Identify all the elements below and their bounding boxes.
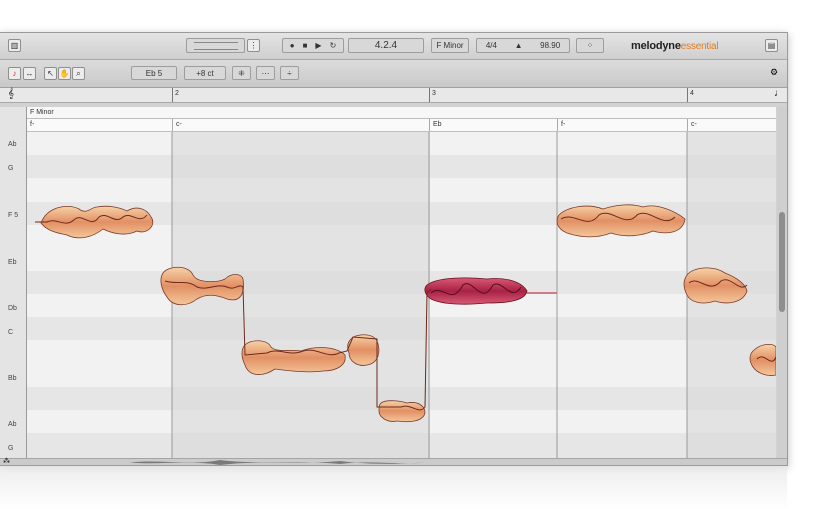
- scrollbar-thumb[interactable]: [779, 212, 785, 312]
- pitch-label-eb: Eb: [8, 259, 17, 266]
- play-icon[interactable]: ▶: [315, 41, 321, 50]
- bar-2-label: 2: [175, 90, 179, 97]
- chord-label[interactable]: Eb: [429, 119, 442, 131]
- pointer-tool-icon[interactable]: ↖: [44, 67, 57, 80]
- position-display[interactable]: 4.2.4: [348, 38, 424, 53]
- level-meter: [186, 38, 245, 53]
- settings-gear-icon[interactable]: ⚙: [770, 67, 778, 78]
- time-tool-icon[interactable]: ↔: [23, 67, 36, 80]
- note-editor[interactable]: F Minor f- c- Eb f- c-: [27, 107, 776, 458]
- hand-tool-icon[interactable]: ✋: [58, 67, 71, 80]
- brand-name: melodyne: [631, 40, 681, 52]
- overview-bar[interactable]: ⁂: [0, 457, 787, 465]
- bar-4-label: 4: [690, 90, 694, 97]
- pitch-tool-icon[interactable]: ♪: [8, 67, 21, 80]
- key-display[interactable]: F Minor: [431, 38, 469, 53]
- stop-icon[interactable]: ■: [303, 41, 308, 50]
- title-bar: ▥ ⋮ ● ■ ▶ ↻ 4.2.4 F Minor 4/4 ▲ 98.90 ⁘ …: [0, 33, 787, 60]
- tempo-display: 4/4 ▲ 98.90: [476, 38, 570, 53]
- pitch-label-g-low: G: [8, 445, 14, 452]
- zoom-tool-icon[interactable]: ⌕: [72, 67, 85, 80]
- record-icon[interactable]: ●: [290, 41, 295, 50]
- pitch-label-bb: Bb: [8, 375, 17, 382]
- pitch-label-ab: Ab: [8, 141, 17, 148]
- pitch-label-c: C: [8, 329, 14, 336]
- chord-track: f- c- Eb f- c-: [27, 119, 776, 132]
- note-editor-canvas: [27, 131, 776, 458]
- transport-controls: ● ■ ▶ ↻: [282, 38, 344, 53]
- tempo-value[interactable]: 98.90: [540, 41, 560, 50]
- chord-label[interactable]: f-: [557, 119, 565, 131]
- pitch-label-db: Db: [8, 305, 17, 312]
- pitch-field[interactable]: Eb 5: [131, 66, 177, 80]
- inspector-toggle-icon[interactable]: ▤: [765, 39, 778, 52]
- note-assignment-icon[interactable]: ⁘: [576, 38, 604, 53]
- pitch-ruler[interactable]: Ab G F 5 Eb Db C Bb Ab G: [0, 107, 27, 458]
- chord-label[interactable]: c-: [172, 119, 182, 131]
- note-blob-bb-1: [378, 400, 426, 423]
- bar-3-label: 3: [432, 90, 436, 97]
- waveform-overview: [130, 460, 425, 465]
- pitch-label-f5: F 5: [8, 212, 19, 219]
- chord-label[interactable]: f-: [27, 119, 34, 131]
- window-reflection: [0, 466, 787, 511]
- sidebar-toggle-icon[interactable]: ▥: [8, 39, 21, 52]
- brand-logo: melodyneessential: [631, 40, 719, 52]
- scale-bar[interactable]: F Minor: [27, 107, 776, 119]
- tool-mode-icon[interactable]: ⋮: [247, 39, 260, 52]
- cent-field[interactable]: +8 ct: [184, 66, 226, 80]
- loop-icon[interactable]: ↻: [330, 41, 337, 50]
- pitch-snap-icon[interactable]: ⁜: [232, 66, 251, 80]
- note-icon[interactable]: ♩: [774, 88, 784, 99]
- brand-edition: essential: [680, 41, 719, 52]
- time-signature[interactable]: 4/4: [486, 41, 497, 50]
- overview-icon[interactable]: ⁂: [3, 457, 10, 465]
- bar-ruler[interactable]: 𝄞 2 3 4 ♩: [0, 88, 787, 103]
- pitch-label-g: G: [8, 165, 14, 172]
- metronome-icon[interactable]: ▲: [515, 41, 523, 50]
- melodyne-window: ▥ ⋮ ● ■ ▶ ↻ 4.2.4 F Minor 4/4 ▲ 98.90 ⁘ …: [0, 32, 788, 466]
- treble-clef-icon: 𝄞: [8, 88, 14, 99]
- chord-label[interactable]: c-: [687, 119, 697, 131]
- quantize-icon[interactable]: ⋯: [256, 66, 275, 80]
- split-icon[interactable]: ÷: [280, 66, 299, 80]
- tool-bar: ♪ ↔ ↖ ✋ ⌕ Eb 5 +8 ct ⁜ ⋯ ÷ ⚙: [0, 60, 787, 88]
- meter-bars-icon: [193, 41, 238, 50]
- vertical-scrollbar[interactable]: [777, 107, 787, 458]
- pitch-label-ab-low: Ab: [8, 421, 17, 428]
